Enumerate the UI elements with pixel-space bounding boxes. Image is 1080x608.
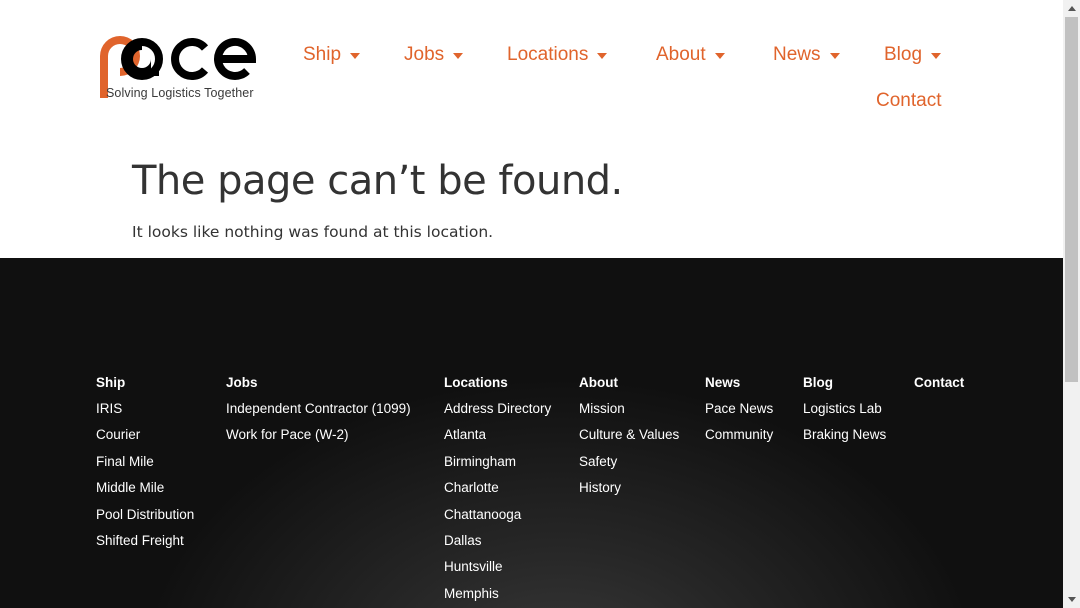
chevron-down-icon <box>597 53 608 59</box>
site-header: Solving Logistics Together Ship Jobs Loc… <box>0 0 1063 258</box>
nav-ship-label: Ship <box>303 44 342 65</box>
footer-col-about: About Mission Culture & Values Safety Hi… <box>579 374 679 506</box>
nav-about[interactable]: About <box>656 44 725 66</box>
nav-ship[interactable]: Ship <box>303 44 361 66</box>
footer-link[interactable]: Atlanta <box>444 426 551 452</box>
nav-locations[interactable]: Locations <box>507 44 608 66</box>
scroll-down-button[interactable] <box>1063 591 1080 608</box>
footer-heading-locations[interactable]: Locations <box>444 374 551 400</box>
footer-heading-news[interactable]: News <box>705 374 773 400</box>
vertical-scrollbar[interactable] <box>1063 0 1080 608</box>
pace-logo[interactable]: Solving Logistics Together <box>94 30 264 102</box>
footer-heading-contact[interactable]: Contact <box>914 374 964 400</box>
footer-link[interactable]: Pace News <box>705 400 773 426</box>
footer-link[interactable]: Work for Pace (W-2) <box>226 426 411 452</box>
nav-blog[interactable]: Blog <box>884 44 942 66</box>
footer-col-ship: Ship IRIS Courier Final Mile Middle Mile… <box>96 374 194 558</box>
footer-link[interactable]: Culture & Values <box>579 426 679 452</box>
footer-col-news: News Pace News Community <box>705 374 773 453</box>
footer-heading-blog[interactable]: Blog <box>803 374 886 400</box>
nav-blog-label: Blog <box>884 44 923 65</box>
footer-link[interactable]: Charlotte <box>444 479 551 505</box>
footer-link[interactable]: Final Mile <box>96 453 194 479</box>
footer-link[interactable]: History <box>579 479 679 505</box>
scrollbar-thumb[interactable] <box>1065 17 1078 382</box>
nav-contact[interactable]: Contact <box>876 90 941 112</box>
footer-link[interactable]: Dallas <box>444 532 551 558</box>
footer-link[interactable]: Chattanooga <box>444 506 551 532</box>
nav-jobs-label: Jobs <box>404 44 445 65</box>
footer-link[interactable]: Logistics Lab <box>803 400 886 426</box>
footer-heading-about[interactable]: About <box>579 374 679 400</box>
arrow-down-icon <box>1067 597 1076 602</box>
footer-link[interactable]: IRIS <box>96 400 194 426</box>
chevron-down-icon <box>829 53 840 59</box>
footer-link[interactable]: Independent Contractor (1099) <box>226 400 411 426</box>
footer-heading-jobs[interactable]: Jobs <box>226 374 411 400</box>
page-subtitle: It looks like nothing was found at this … <box>132 223 494 241</box>
nav-contact-label: Contact <box>876 90 942 111</box>
footer-link[interactable]: Mission <box>579 400 679 426</box>
chevron-down-icon <box>350 53 361 59</box>
chevron-down-icon <box>453 53 464 59</box>
page-title: The page can’t be found. <box>132 158 623 204</box>
footer-link[interactable]: Address Directory <box>444 400 551 426</box>
footer-col-contact: Contact <box>914 374 964 400</box>
footer-link[interactable]: Safety <box>579 453 679 479</box>
nav-about-label: About <box>656 44 706 65</box>
footer-link[interactable]: Middle Mile <box>96 479 194 505</box>
site-footer: Ship IRIS Courier Final Mile Middle Mile… <box>0 258 1063 608</box>
footer-link[interactable]: Memphis <box>444 585 551 608</box>
chevron-down-icon <box>714 53 725 59</box>
footer-link[interactable]: Pool Distribution <box>96 506 194 532</box>
chevron-down-icon <box>931 53 942 59</box>
nav-news-label: News <box>773 44 821 65</box>
footer-link[interactable]: Huntsville <box>444 558 551 584</box>
footer-col-locations: Locations Address Directory Atlanta Birm… <box>444 374 551 608</box>
footer-col-blog: Blog Logistics Lab Braking News <box>803 374 886 453</box>
footer-link[interactable]: Braking News <box>803 426 886 452</box>
nav-news[interactable]: News <box>773 44 840 66</box>
footer-link[interactable]: Birmingham <box>444 453 551 479</box>
footer-col-jobs: Jobs Independent Contractor (1099) Work … <box>226 374 411 453</box>
footer-link[interactable]: Community <box>705 426 773 452</box>
footer-heading-ship[interactable]: Ship <box>96 374 194 400</box>
footer-link[interactable]: Shifted Freight <box>96 532 194 558</box>
footer-link[interactable]: Courier <box>96 426 194 452</box>
scroll-up-button[interactable] <box>1063 0 1080 17</box>
nav-locations-label: Locations <box>507 44 589 65</box>
nav-jobs[interactable]: Jobs <box>404 44 464 66</box>
logo-tagline: Solving Logistics Together <box>106 86 254 100</box>
arrow-up-icon <box>1067 6 1076 11</box>
